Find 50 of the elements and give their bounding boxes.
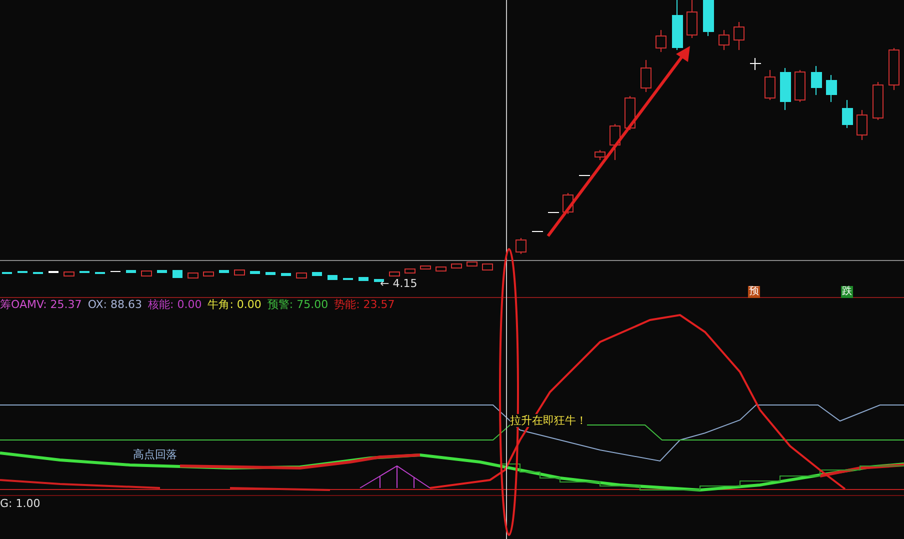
candlestick [532, 230, 543, 232]
candlestick [856, 110, 868, 140]
indicator-reading: OX: 88.63 [88, 298, 142, 312]
candlestick [842, 100, 853, 128]
candlestick [516, 238, 526, 254]
candlestick [734, 22, 744, 50]
candlestick [451, 264, 462, 268]
candlestick [703, 0, 714, 36]
candlestick [420, 266, 431, 270]
candlestick [610, 124, 620, 160]
readout-label: G: 1.00 [0, 497, 40, 510]
candlestick [888, 48, 900, 90]
candlestick [780, 68, 791, 110]
signal-tag: 跌 [841, 286, 853, 298]
candlestick [234, 270, 245, 276]
signal-tag: 预 [748, 286, 760, 298]
indicator-reading: 预警: 75.00 [267, 298, 328, 312]
candlestick [404, 268, 416, 274]
candlestick [64, 272, 74, 276]
candlestick [811, 66, 822, 96]
candlestick [548, 212, 559, 214]
candlestick [672, 0, 683, 50]
candlestick [466, 262, 478, 266]
annotation-label: 高点回落 [133, 448, 177, 461]
candlestick [750, 58, 761, 70]
candlestick [594, 150, 606, 160]
candlestick [872, 82, 884, 120]
candlestick [826, 74, 837, 102]
peak-marker [360, 465, 430, 488]
indicator-reading: 牛角: 0.00 [208, 298, 262, 312]
indicator-reading: 筹OAMV: 25.37 [0, 298, 82, 312]
candlestick [764, 70, 776, 100]
candlestick [718, 30, 730, 50]
candlestick [656, 30, 666, 52]
candlestick [141, 270, 152, 276]
price-low-label: ← 4.15 [380, 277, 418, 290]
candlestick [624, 96, 636, 130]
candlestick [389, 272, 400, 276]
candlestick [296, 272, 307, 278]
candlestick [482, 264, 493, 270]
candlestick [579, 174, 590, 176]
candlestick [794, 70, 806, 102]
candlestick [436, 266, 446, 272]
candlestick [640, 60, 652, 92]
candlestick [203, 272, 214, 276]
indicator-reading: 核能: 0.00 [148, 298, 202, 312]
annotation-label: 拉升在即狂牛！ [510, 414, 587, 427]
indicator-reading: 势能: 23.57 [334, 298, 395, 312]
candlestick [219, 270, 229, 273]
candlestick [188, 272, 198, 278]
